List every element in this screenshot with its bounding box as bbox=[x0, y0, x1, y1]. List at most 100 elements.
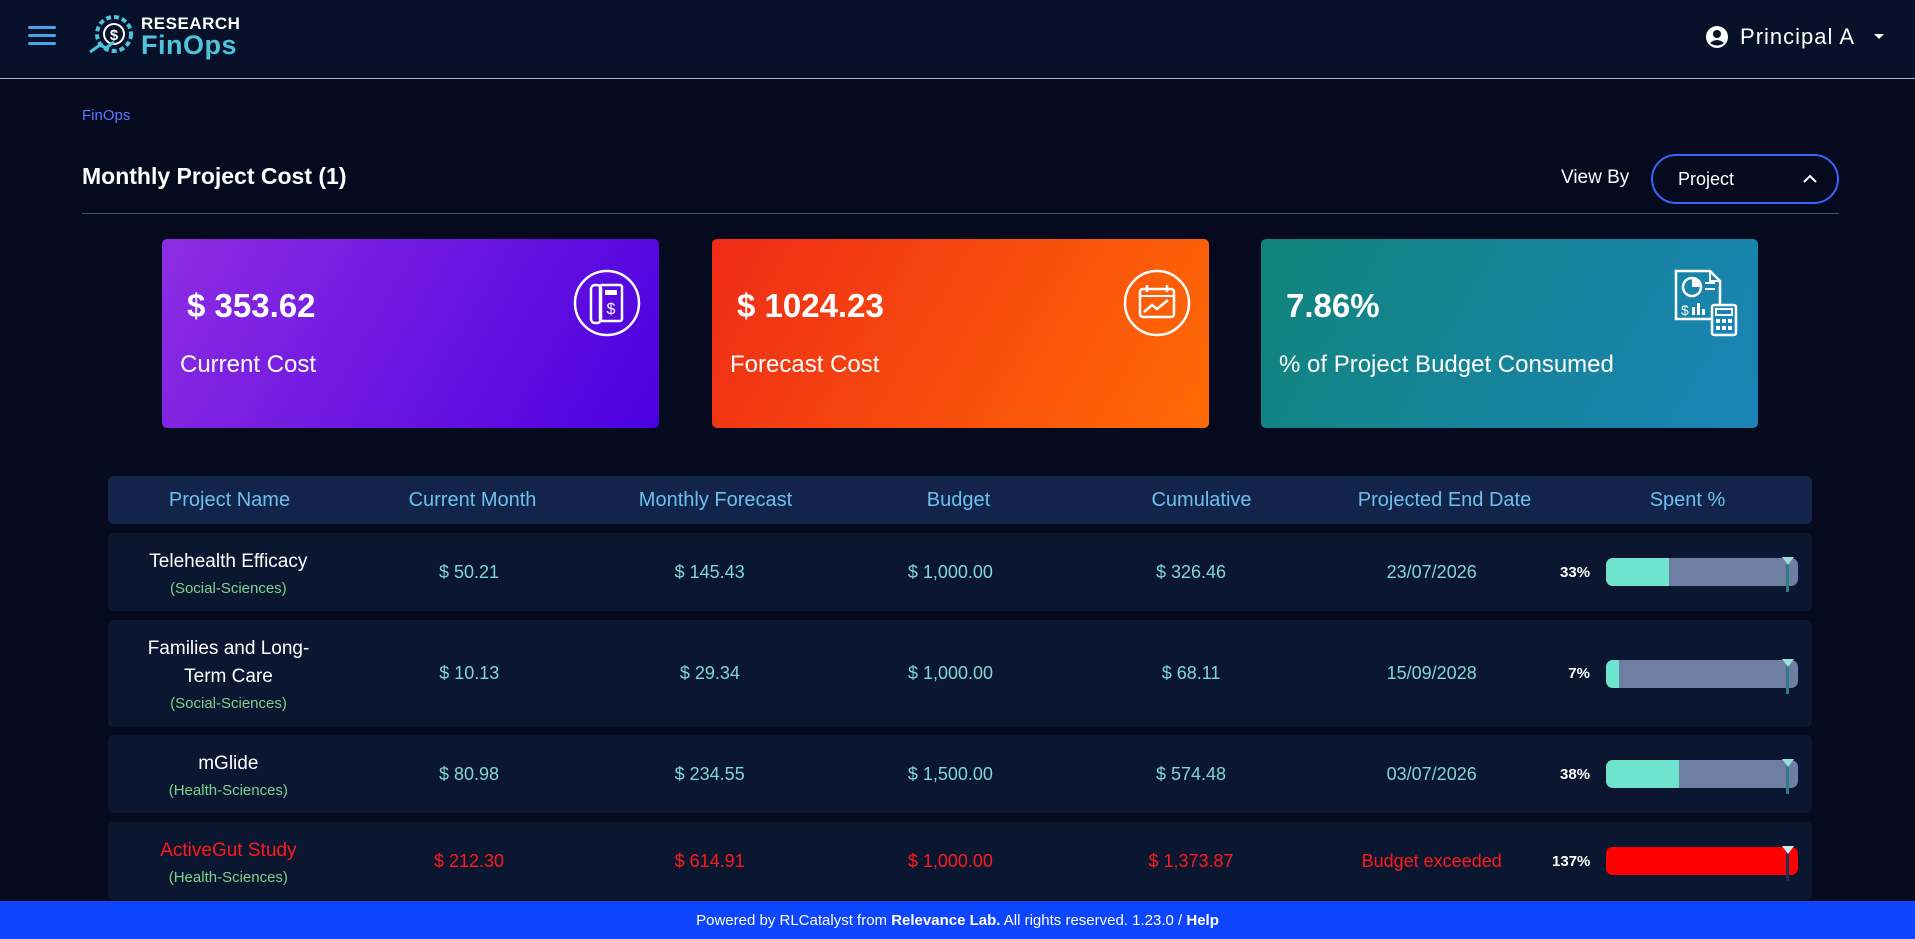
budget-consumed-card: 7.86% % of Project Budget Consumed $ bbox=[1261, 239, 1758, 428]
project-name-cell: ActiveGut Study (Health-Sciences) bbox=[108, 837, 349, 886]
spent-percent-cell: 38% bbox=[1552, 759, 1812, 794]
projected-end-date-cell: Budget exceeded bbox=[1361, 850, 1502, 871]
table-row[interactable]: ActiveGut Study (Health-Sciences) $ 212.… bbox=[108, 822, 1812, 900]
top-bar: $ RESEARCH FinOps Principal A bbox=[0, 0, 1915, 79]
budget-marker-arrow bbox=[1781, 658, 1794, 667]
column-header-monthly-forecast[interactable]: Monthly Forecast bbox=[594, 489, 837, 512]
title-divider bbox=[82, 213, 1839, 214]
footer-company[interactable]: Relevance Lab. bbox=[891, 912, 1000, 929]
caret-down-icon bbox=[1874, 34, 1884, 39]
monthly-forecast-cell: $ 614.91 bbox=[674, 850, 745, 871]
column-header-project-name[interactable]: Project Name bbox=[108, 489, 351, 512]
budget-cell: $ 1,000.00 bbox=[907, 663, 994, 683]
budget-marker-arrow bbox=[1782, 557, 1795, 565]
user-menu[interactable]: Principal A bbox=[1706, 22, 1885, 52]
user-avatar-icon bbox=[1706, 26, 1729, 48]
spent-percent-value: 38% bbox=[1560, 765, 1591, 783]
spent-percent-cell: 33% bbox=[1552, 557, 1812, 592]
table-row[interactable]: Telehealth Efficacy (Social-Sciences) $ … bbox=[108, 533, 1812, 611]
project-category: (Social-Sciences) bbox=[169, 579, 287, 597]
spent-progress-bar bbox=[1606, 557, 1799, 592]
view-by-value: Project bbox=[1678, 168, 1735, 189]
table-row[interactable]: Families and Long-Term Care (Social-Scie… bbox=[108, 620, 1812, 727]
cumulative-cell: $ 68.11 bbox=[1161, 663, 1221, 683]
cumulative-cell: $ 574.48 bbox=[1155, 763, 1227, 784]
view-by-label: View By bbox=[1561, 167, 1630, 188]
current-month-cell: $ 10.13 bbox=[439, 663, 500, 683]
current-cost-label: Current Cost bbox=[180, 351, 317, 378]
column-header-current-month[interactable]: Current Month bbox=[351, 489, 594, 512]
user-name: Principal A bbox=[1740, 24, 1855, 49]
calendar-chart-icon bbox=[1123, 269, 1191, 337]
spent-percent-cell: 137% bbox=[1552, 846, 1812, 881]
project-category: (Health-Sciences) bbox=[168, 781, 288, 799]
spent-progress-fill bbox=[1606, 847, 1799, 875]
cumulative-cell: $ 326.46 bbox=[1155, 561, 1227, 582]
table-header: Project Name Current Month Monthly Forec… bbox=[108, 476, 1812, 524]
spent-progress-fill bbox=[1606, 558, 1670, 586]
view-by-select[interactable]: Project bbox=[1651, 154, 1839, 204]
project-category: (Social-Sciences) bbox=[170, 695, 287, 712]
monthly-forecast-cell: $ 29.34 bbox=[679, 663, 740, 683]
budget-marker-arrow bbox=[1782, 759, 1795, 767]
column-header-projected-end-date[interactable]: Projected End Date bbox=[1323, 489, 1566, 512]
project-name: mGlide bbox=[198, 752, 259, 774]
logo-text-finops: FinOps bbox=[141, 30, 237, 60]
project-category: (Health-Sciences) bbox=[168, 868, 288, 886]
svg-text:$: $ bbox=[110, 27, 119, 44]
budget-cell: $ 1,500.00 bbox=[907, 763, 993, 784]
budget-consumed-value: 7.86% bbox=[1286, 287, 1380, 324]
table-row[interactable]: mGlide (Health-Sciences) $ 80.98 $ 234.5… bbox=[108, 735, 1812, 813]
spent-percent-value: 7% bbox=[1568, 665, 1590, 682]
current-month-cell: $ 212.30 bbox=[433, 850, 505, 871]
forecast-cost-value: $ 1024.23 bbox=[737, 287, 884, 324]
spent-percent-value: 137% bbox=[1552, 852, 1591, 870]
page-title: Monthly Project Cost (1) bbox=[82, 163, 347, 189]
footer-middle: All rights reserved. 1.23.0 / bbox=[1000, 911, 1187, 929]
spent-percent-cell: 7% bbox=[1552, 658, 1812, 694]
project-name-cell: mGlide (Health-Sciences) bbox=[108, 750, 349, 799]
dollar-gear-logo-icon: $ bbox=[89, 15, 133, 54]
projected-end-date-cell: 15/09/2028 bbox=[1386, 663, 1477, 683]
spent-progress-fill bbox=[1605, 659, 1620, 688]
current-month-cell: $ 50.21 bbox=[438, 561, 500, 582]
footer-prefix: Powered by RLCatalyst from bbox=[696, 911, 892, 929]
projected-end-date-cell: 23/07/2026 bbox=[1386, 561, 1477, 582]
current-month-cell: $ 80.98 bbox=[438, 763, 500, 784]
help-link[interactable]: Help bbox=[1186, 912, 1219, 929]
current-cost-card: $ 353.62 Current Cost $ bbox=[162, 239, 659, 428]
breadcrumb[interactable]: FinOps bbox=[82, 107, 130, 124]
report-calculator-icon: $ bbox=[1674, 269, 1738, 337]
logo[interactable]: $ RESEARCH FinOps bbox=[88, 12, 248, 62]
spent-progress-fill bbox=[1606, 760, 1679, 788]
spent-progress-bar bbox=[1606, 759, 1799, 794]
monthly-forecast-cell: $ 234.55 bbox=[674, 763, 745, 784]
budget-consumed-label: % of Project Budget Consumed bbox=[1279, 351, 1614, 378]
budget-marker-arrow bbox=[1782, 846, 1795, 854]
column-header-cumulative[interactable]: Cumulative bbox=[1080, 489, 1323, 512]
svg-text:$: $ bbox=[607, 301, 616, 318]
project-name-cell: Families and Long-Term Care (Social-Scie… bbox=[108, 635, 349, 712]
current-cost-value: $ 353.62 bbox=[187, 287, 316, 324]
budget-cell: $ 1,000.00 bbox=[907, 850, 993, 871]
forecast-cost-card: $ 1024.23 Forecast Cost bbox=[712, 239, 1209, 428]
receipt-icon: $ bbox=[573, 269, 641, 337]
monthly-forecast-cell: $ 145.43 bbox=[674, 561, 745, 582]
column-header-spent-percent[interactable]: Spent % bbox=[1566, 489, 1809, 512]
chevron-up-icon bbox=[1803, 174, 1817, 183]
footer: Powered by RLCatalyst from Relevance Lab… bbox=[0, 901, 1915, 939]
projected-end-date-cell: 03/07/2026 bbox=[1386, 763, 1477, 784]
column-header-budget[interactable]: Budget bbox=[837, 489, 1080, 512]
svg-text:$: $ bbox=[1681, 302, 1689, 318]
cumulative-cell: $ 1,373.87 bbox=[1148, 850, 1234, 871]
spent-progress-bar bbox=[1606, 846, 1799, 881]
project-name: Telehealth Efficacy bbox=[149, 550, 308, 572]
project-name: ActiveGut Study bbox=[160, 839, 297, 861]
project-name-cell: Telehealth Efficacy (Social-Sciences) bbox=[108, 548, 349, 597]
project-name: Families and Long-Term Care bbox=[147, 638, 310, 687]
forecast-cost-label: Forecast Cost bbox=[730, 351, 880, 378]
spent-percent-value: 33% bbox=[1560, 563, 1591, 581]
budget-cell: $ 1,000.00 bbox=[907, 561, 993, 582]
spent-progress-bar bbox=[1605, 658, 1798, 694]
hamburger-menu-icon[interactable] bbox=[28, 26, 56, 46]
